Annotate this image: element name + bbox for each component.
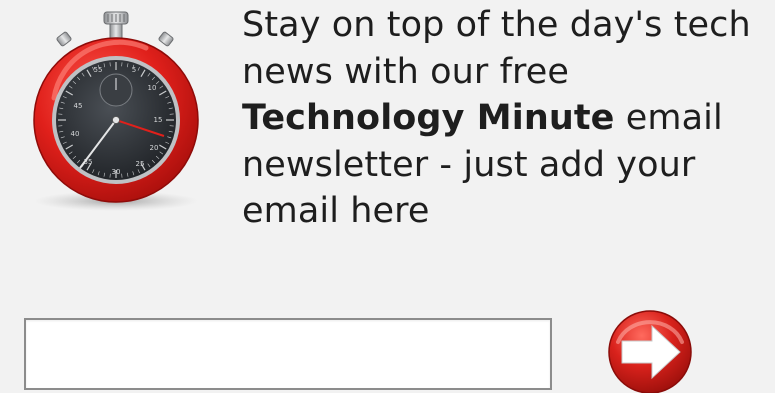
stopwatch-icon: 55 5 10 45 15 40 20 35 25 30 <box>33 11 199 211</box>
right-arrow-circle-icon <box>608 310 692 393</box>
dial-label: 40 <box>71 130 80 138</box>
submit-arrow-button[interactable] <box>604 308 696 393</box>
promo-line: email here <box>242 191 430 231</box>
dial-label: 30 <box>112 168 121 176</box>
promo-line: news with our free <box>242 51 570 92</box>
newsletter-promo-text: Stay on top of the day's tech news with … <box>242 2 762 235</box>
newsletter-widget: 55 5 10 45 15 40 20 35 25 30 Stay on top… <box>0 0 775 393</box>
promo-line: Stay on top of the day's tech <box>242 5 751 45</box>
email-input[interactable] <box>24 318 552 390</box>
promo-line: newsletter - just add your <box>242 144 696 185</box>
dial-label: 20 <box>150 144 159 152</box>
dial-label: 25 <box>136 160 145 168</box>
stopwatch-crown <box>103 11 129 39</box>
promo-line: email <box>614 98 723 138</box>
dial-label: 5 <box>132 66 136 74</box>
dial-label: 10 <box>148 84 157 92</box>
dial-label: 45 <box>74 102 83 110</box>
dial-label: 15 <box>154 116 163 124</box>
dial-label: 55 <box>94 66 103 74</box>
newsletter-brand-name: Technology Minute <box>242 98 615 138</box>
